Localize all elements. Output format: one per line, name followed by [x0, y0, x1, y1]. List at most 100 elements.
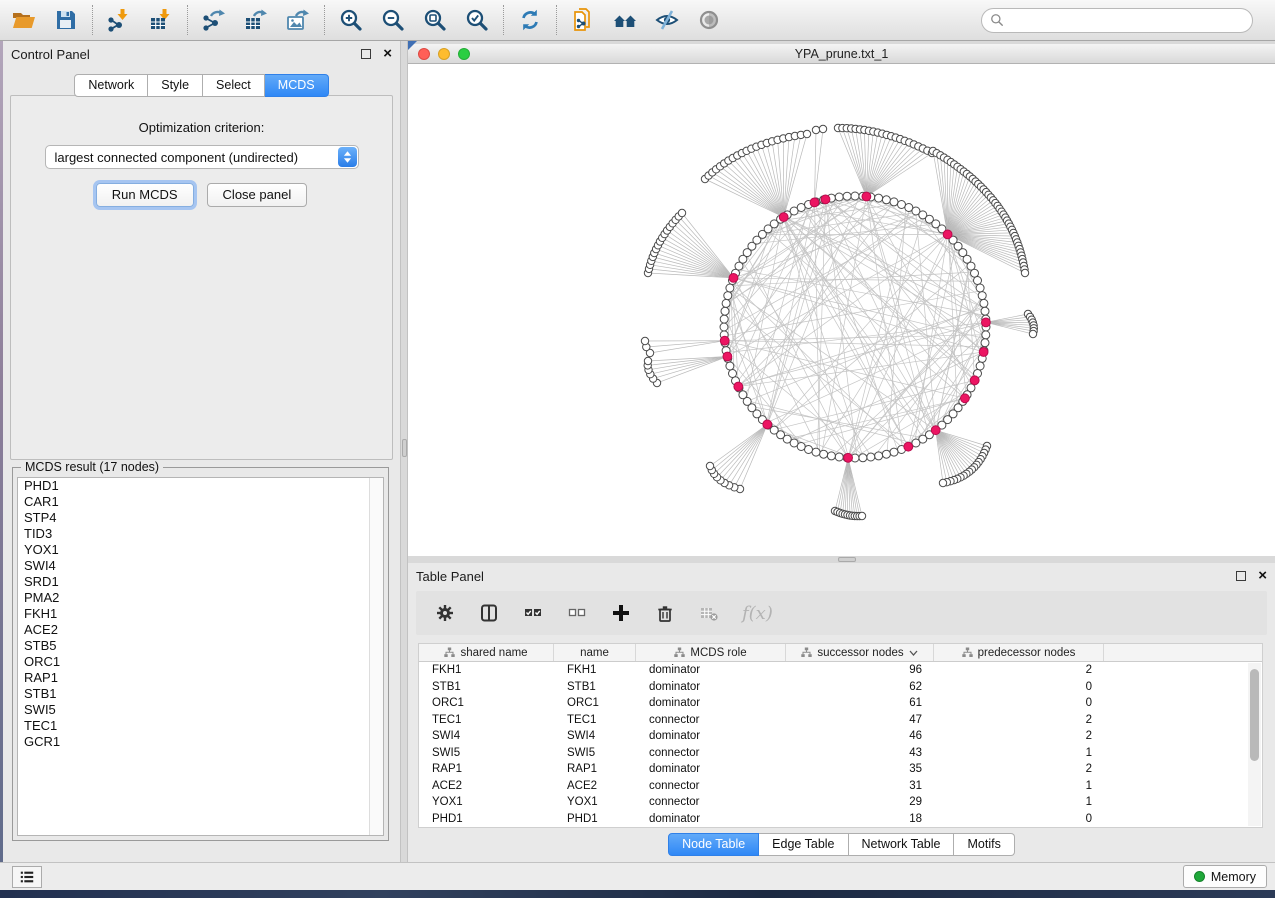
cell-predecessor-nodes[interactable]: 1 — [934, 745, 1104, 762]
table-row[interactable]: SWI4SWI4dominator462 — [419, 728, 1262, 745]
column-header-successor-nodes[interactable]: successor nodes — [786, 644, 934, 661]
first-neighbors-icon[interactable] — [611, 6, 639, 34]
column-header-MCDS-role[interactable]: MCDS role — [636, 644, 786, 661]
tab-network[interactable]: Network — [74, 74, 148, 97]
zoom-in-icon[interactable] — [337, 6, 365, 34]
cell-shared-name[interactable]: FKH1 — [419, 662, 554, 679]
import-network-icon[interactable] — [105, 6, 133, 34]
mcds-result-item[interactable]: SWI5 — [18, 702, 383, 718]
table-scrollbar-thumb[interactable] — [1250, 669, 1259, 761]
memory-button[interactable]: Memory — [1183, 865, 1267, 888]
tab-motifs[interactable]: Motifs — [954, 833, 1014, 856]
cell-MCDS-role[interactable]: connector — [636, 745, 786, 762]
cell-name[interactable]: TEC1 — [554, 712, 636, 729]
cell-name[interactable]: RAP1 — [554, 761, 636, 778]
cell-successor-nodes[interactable]: 96 — [786, 662, 934, 679]
cell-MCDS-role[interactable]: dominator — [636, 761, 786, 778]
cell-predecessor-nodes[interactable]: 0 — [934, 695, 1104, 712]
export-image-icon[interactable] — [284, 6, 312, 34]
cell-successor-nodes[interactable]: 43 — [786, 745, 934, 762]
hide-selected-icon[interactable] — [653, 6, 681, 34]
open-file-icon[interactable] — [10, 6, 38, 34]
network-graph[interactable] — [408, 64, 1275, 556]
cell-shared-name[interactable]: STB1 — [419, 679, 554, 696]
column-header-shared-name[interactable]: shared name — [419, 644, 554, 661]
cell-predecessor-nodes[interactable]: 0 — [934, 811, 1104, 828]
table-row[interactable]: ORC1ORC1dominator610 — [419, 695, 1262, 712]
tab-style[interactable]: Style — [148, 74, 203, 97]
column-header-name[interactable]: name — [554, 644, 636, 661]
close-panel-icon[interactable]: × — [1258, 571, 1267, 581]
cell-MCDS-role[interactable]: dominator — [636, 695, 786, 712]
cell-successor-nodes[interactable]: 46 — [786, 728, 934, 745]
cell-MCDS-role[interactable]: dominator — [636, 662, 786, 679]
cell-MCDS-role[interactable]: connector — [636, 712, 786, 729]
mcds-result-item[interactable]: FKH1 — [18, 606, 383, 622]
network-canvas[interactable] — [408, 64, 1275, 556]
cell-MCDS-role[interactable]: connector — [636, 778, 786, 795]
cell-successor-nodes[interactable]: 18 — [786, 811, 934, 828]
cell-name[interactable]: ORC1 — [554, 695, 636, 712]
criterion-select[interactable]: largest connected component (undirected) — [45, 145, 359, 169]
cell-MCDS-role[interactable]: connector — [636, 794, 786, 811]
tab-edge-table[interactable]: Edge Table — [759, 833, 848, 856]
cell-name[interactable]: STB1 — [554, 679, 636, 696]
tab-select[interactable]: Select — [203, 74, 265, 97]
zoom-selected-icon[interactable] — [463, 6, 491, 34]
table-row[interactable]: SWI5SWI5connector431 — [419, 745, 1262, 762]
cell-successor-nodes[interactable]: 47 — [786, 712, 934, 729]
table-row[interactable]: TEC1TEC1connector472 — [419, 712, 1262, 729]
cell-MCDS-role[interactable]: dominator — [636, 728, 786, 745]
table-row[interactable]: STB1STB1dominator620 — [419, 679, 1262, 696]
new-network-from-selection-icon[interactable] — [569, 6, 597, 34]
cell-predecessor-nodes[interactable]: 2 — [934, 761, 1104, 778]
zoom-out-icon[interactable] — [379, 6, 407, 34]
mcds-list-scrollbar[interactable] — [369, 478, 383, 835]
search-box[interactable] — [981, 8, 1253, 33]
cell-name[interactable]: FKH1 — [554, 662, 636, 679]
float-panel-icon[interactable] — [1236, 571, 1246, 581]
mcds-result-item[interactable]: PMA2 — [18, 590, 383, 606]
cell-name[interactable]: SWI5 — [554, 745, 636, 762]
mcds-result-item[interactable]: STP4 — [18, 510, 383, 526]
table-settings-gear-icon[interactable] — [434, 602, 456, 624]
cell-shared-name[interactable]: PHD1 — [419, 811, 554, 828]
mcds-result-item[interactable]: TID3 — [18, 526, 383, 542]
run-mcds-button[interactable]: Run MCDS — [96, 183, 194, 207]
show-columns-icon[interactable] — [478, 602, 500, 624]
mcds-result-item[interactable]: SRD1 — [18, 574, 383, 590]
cell-shared-name[interactable]: RAP1 — [419, 761, 554, 778]
table-row[interactable]: YOX1YOX1connector291 — [419, 794, 1262, 811]
cell-shared-name[interactable]: SWI4 — [419, 728, 554, 745]
cell-MCDS-role[interactable]: dominator — [636, 811, 786, 828]
close-panel-button[interactable]: Close panel — [207, 183, 308, 207]
divider-handle[interactable] — [402, 439, 407, 457]
select-all-icon[interactable] — [522, 602, 544, 624]
cell-name[interactable]: SWI4 — [554, 728, 636, 745]
cell-name[interactable]: PHD1 — [554, 811, 636, 828]
cell-successor-nodes[interactable]: 29 — [786, 794, 934, 811]
mcds-result-item[interactable]: CAR1 — [18, 494, 383, 510]
export-network-icon[interactable] — [200, 6, 228, 34]
cell-MCDS-role[interactable]: dominator — [636, 679, 786, 696]
cell-predecessor-nodes[interactable]: 1 — [934, 794, 1104, 811]
task-history-button[interactable] — [12, 866, 42, 888]
tab-network-table[interactable]: Network Table — [849, 833, 955, 856]
cell-name[interactable]: ACE2 — [554, 778, 636, 795]
mcds-result-item[interactable]: ORC1 — [18, 654, 383, 670]
cell-predecessor-nodes[interactable]: 1 — [934, 778, 1104, 795]
table-scrollbar[interactable] — [1248, 663, 1261, 826]
cell-predecessor-nodes[interactable]: 2 — [934, 662, 1104, 679]
table-row[interactable]: RAP1RAP1dominator352 — [419, 761, 1262, 778]
panel-divider[interactable] — [400, 41, 408, 862]
mcds-result-item[interactable]: SWI4 — [18, 558, 383, 574]
table-row[interactable]: FKH1FKH1dominator962 — [419, 662, 1262, 679]
mcds-result-item[interactable]: PHD1 — [18, 478, 383, 494]
zoom-fit-icon[interactable] — [421, 6, 449, 34]
mcds-result-item[interactable]: YOX1 — [18, 542, 383, 558]
divider-handle[interactable] — [838, 557, 856, 562]
column-header-predecessor-nodes[interactable]: predecessor nodes — [934, 644, 1104, 661]
cell-shared-name[interactable]: ACE2 — [419, 778, 554, 795]
cell-shared-name[interactable]: SWI5 — [419, 745, 554, 762]
delete-column-trash-icon[interactable] — [654, 602, 676, 624]
